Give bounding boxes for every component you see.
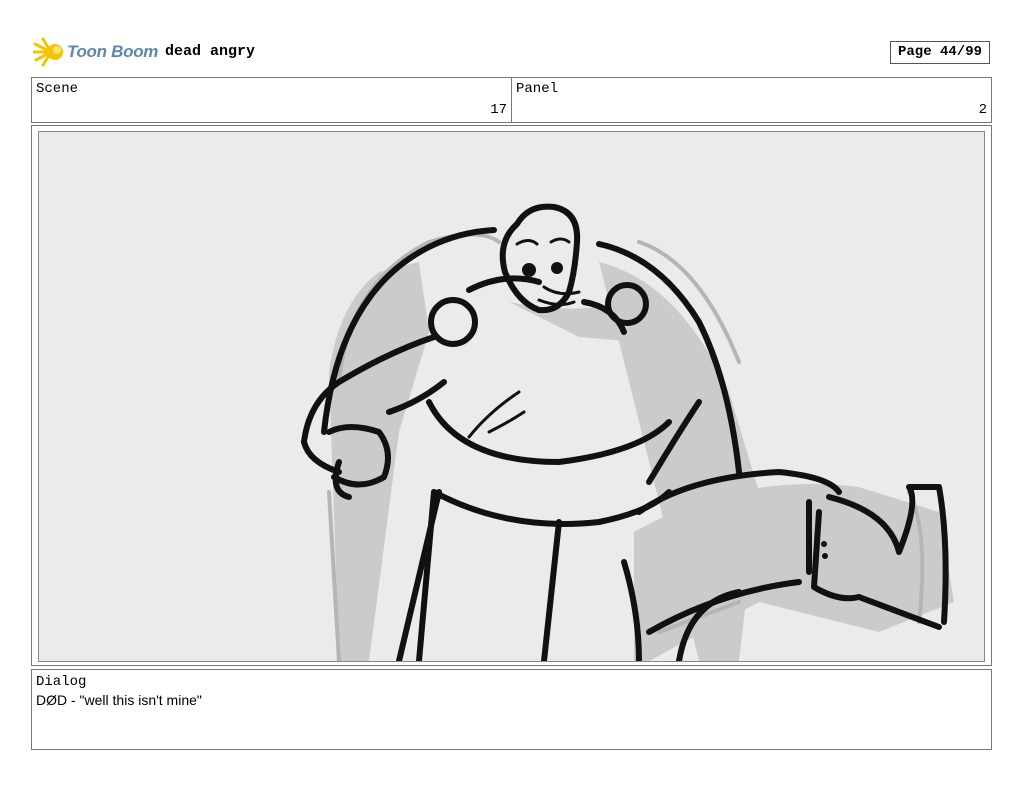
dialog-label: Dialog (36, 674, 87, 690)
starburst-icon (33, 37, 63, 67)
sketch-panel (38, 131, 985, 662)
dialog-text: DØD - "well this isn't mine" (36, 692, 202, 708)
scene-label: Scene (36, 81, 79, 97)
logo-text: Toon Boom (67, 42, 159, 61)
panel-label: Panel (516, 81, 559, 97)
project-title: dead angry (165, 43, 256, 60)
scene-number: 17 (490, 102, 507, 118)
scene-cell: Scene 17 (32, 78, 512, 122)
storyboard-sketch (301, 203, 954, 661)
panel-number: 2 (978, 102, 987, 118)
panel-cell: Panel 2 (512, 78, 991, 122)
storyboard-frame (31, 125, 992, 666)
toon-boom-logo: Toon Boom (33, 36, 159, 68)
page-indicator: Page 44/99 (890, 41, 990, 64)
dialog-box: Dialog DØD - "well this isn't mine" (31, 669, 992, 750)
scene-panel-header: Scene 17 Panel 2 (31, 77, 992, 123)
